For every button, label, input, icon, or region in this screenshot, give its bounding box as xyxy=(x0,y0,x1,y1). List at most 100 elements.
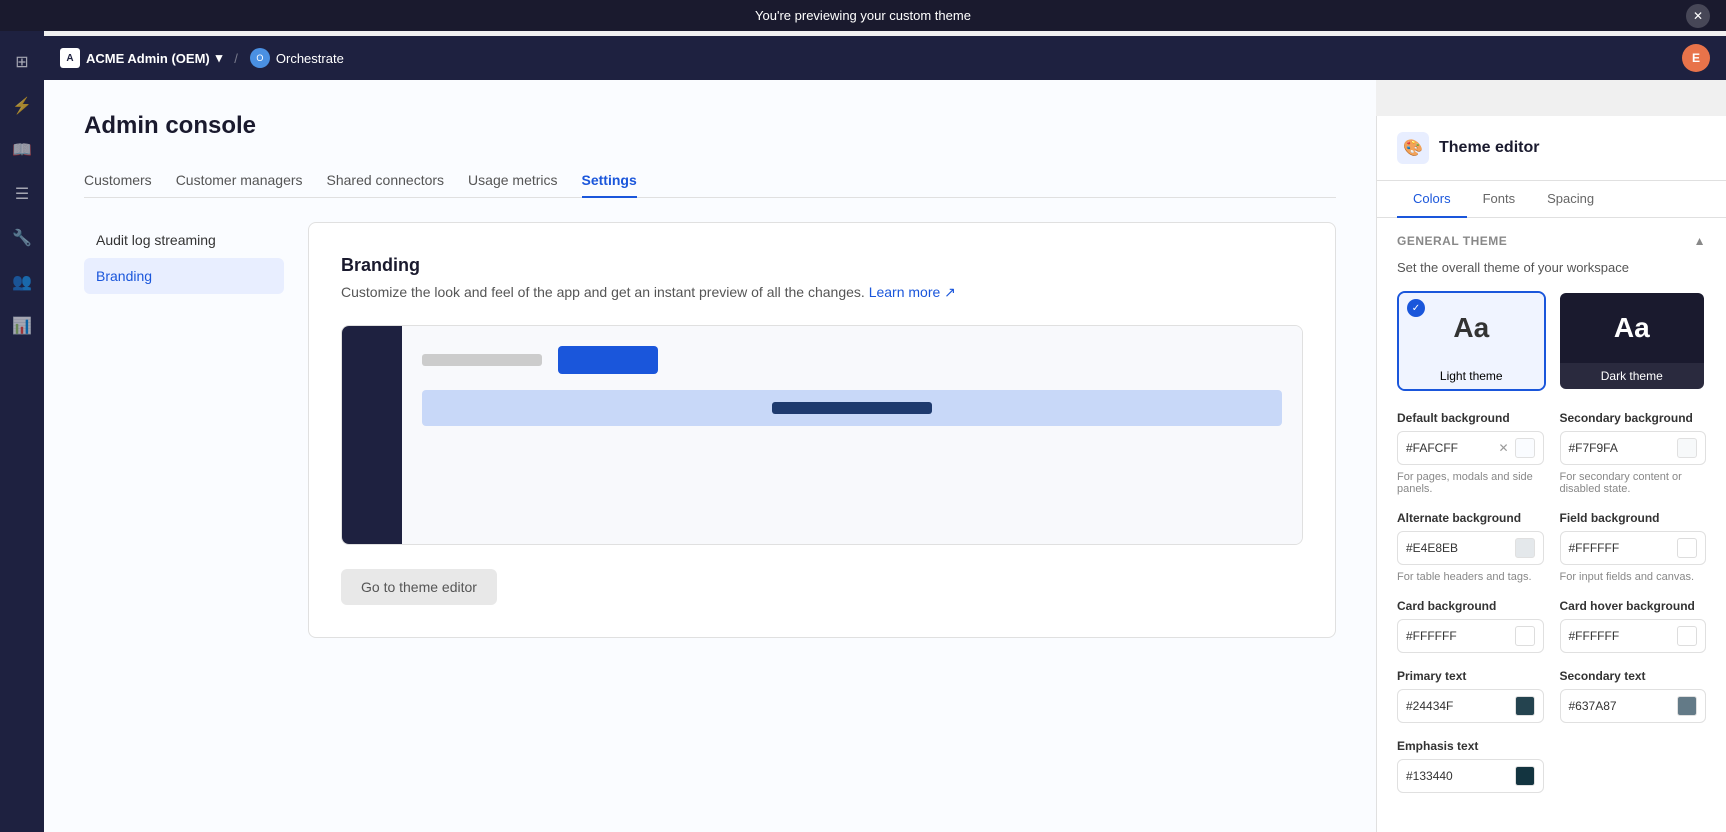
default-background-input[interactable]: #FAFCFF ✕ xyxy=(1397,431,1544,465)
card-background-swatch[interactable] xyxy=(1515,626,1535,646)
preview-content xyxy=(422,390,1282,426)
default-background-field: Default background #FAFCFF ✕ For pages, … xyxy=(1397,411,1544,495)
card-background-hex: #FFFFFF xyxy=(1406,629,1509,643)
preview-button xyxy=(558,346,658,374)
preview-bar: You're previewing your custom theme ✕ xyxy=(0,0,1726,31)
tab-customers[interactable]: Customers xyxy=(84,164,152,198)
default-background-swatch[interactable] xyxy=(1515,438,1535,458)
secondary-background-input[interactable]: #F7F9FA xyxy=(1560,431,1707,465)
dark-theme-card[interactable]: Aa Dark theme xyxy=(1558,291,1707,391)
settings-right-panel: Branding Customize the look and feel of … xyxy=(308,222,1336,638)
editor-tab-fonts[interactable]: Fonts xyxy=(1467,181,1532,218)
orchestrate-section[interactable]: O Orchestrate xyxy=(250,48,344,68)
alternate-background-label: Alternate background xyxy=(1397,511,1544,525)
card-background-label: Card background xyxy=(1397,599,1544,613)
alternate-background-swatch[interactable] xyxy=(1515,538,1535,558)
settings-nav-audit-log[interactable]: Audit log streaming xyxy=(84,222,284,258)
default-background-clear[interactable]: ✕ xyxy=(1498,441,1508,455)
brand-section[interactable]: A ACME Admin (OEM) ▾ xyxy=(60,48,222,68)
light-theme-card[interactable]: ✓ Aa Light theme xyxy=(1397,291,1546,391)
primary-text-label: Primary text xyxy=(1397,669,1544,683)
content-body: Admin console Customers Customer manager… xyxy=(44,80,1376,832)
tab-shared-connectors[interactable]: Shared connectors xyxy=(327,164,445,198)
collapse-icon[interactable]: ▲ xyxy=(1694,234,1706,248)
settings-nav-branding[interactable]: Branding xyxy=(84,258,284,294)
default-background-hex: #FAFCFF xyxy=(1406,441,1492,455)
secondary-text-label: Secondary text xyxy=(1560,669,1707,683)
card-background-input[interactable]: #FFFFFF xyxy=(1397,619,1544,653)
field-background-desc: For input fields and canvas. xyxy=(1560,571,1707,583)
theme-editor-icon: 🎨 xyxy=(1397,132,1429,164)
sidebar-icon-book[interactable]: 📖 xyxy=(4,132,40,168)
editor-tabs: Colors Fonts Spacing xyxy=(1377,181,1726,218)
general-theme-section: GENERAL THEME ▲ Set the overall theme of… xyxy=(1377,218,1726,809)
light-theme-label: Light theme xyxy=(1399,363,1544,389)
orchestrate-icon: O xyxy=(250,48,270,68)
sidebar-icon-people[interactable]: 👥 xyxy=(4,264,40,300)
alternate-background-field: Alternate background #E4E8EB For table h… xyxy=(1397,511,1544,583)
secondary-text-input[interactable]: #637A87 xyxy=(1560,689,1707,723)
secondary-text-field: Secondary text #637A87 xyxy=(1560,669,1707,723)
default-background-label: Default background xyxy=(1397,411,1544,425)
secondary-background-label: Secondary background xyxy=(1560,411,1707,425)
nav-separator: / xyxy=(234,51,238,66)
preview-content-inner xyxy=(772,402,932,414)
color-grid: Default background #FAFCFF ✕ For pages, … xyxy=(1397,411,1706,793)
sidebar-icon-bolt[interactable]: ⚡ xyxy=(4,88,40,124)
field-background-label: Field background xyxy=(1560,511,1707,525)
theme-editor-panel: 🎨 Theme editor Colors Fonts Spacing GENE… xyxy=(1376,116,1726,832)
preview-bar-placeholder xyxy=(422,354,542,366)
settings-left-nav: Audit log streaming Branding xyxy=(84,222,284,638)
card-hover-background-field: Card hover background #FFFFFF xyxy=(1560,599,1707,653)
primary-text-swatch[interactable] xyxy=(1515,696,1535,716)
branding-title: Branding xyxy=(341,255,1303,276)
sidebar-icon-chart[interactable]: 📊 xyxy=(4,308,40,344)
tab-settings[interactable]: Settings xyxy=(582,164,637,198)
card-hover-background-swatch[interactable] xyxy=(1677,626,1697,646)
user-avatar[interactable]: E xyxy=(1682,44,1710,72)
general-theme-section-header: GENERAL THEME ▲ xyxy=(1397,234,1706,248)
page-title: Admin console xyxy=(84,112,1336,140)
settings-layout: Audit log streaming Branding Branding Cu… xyxy=(84,222,1336,638)
secondary-text-swatch[interactable] xyxy=(1677,696,1697,716)
sidebar-icon-list[interactable]: ☰ xyxy=(4,176,40,212)
card-hover-background-input[interactable]: #FFFFFF xyxy=(1560,619,1707,653)
alternate-background-desc: For table headers and tags. xyxy=(1397,571,1544,583)
emphasis-text-swatch[interactable] xyxy=(1515,766,1535,786)
sidebar-icon-wrench[interactable]: 🔧 xyxy=(4,220,40,256)
sidebar-icon-grid[interactable]: ⊞ xyxy=(4,44,40,80)
secondary-background-swatch[interactable] xyxy=(1677,438,1697,458)
tab-customer-managers[interactable]: Customer managers xyxy=(176,164,303,198)
dropdown-icon: ▾ xyxy=(216,50,223,66)
alternate-background-input[interactable]: #E4E8EB xyxy=(1397,531,1544,565)
editor-tab-spacing[interactable]: Spacing xyxy=(1531,181,1610,218)
editor-tab-colors[interactable]: Colors xyxy=(1397,181,1467,218)
primary-text-input[interactable]: #24434F xyxy=(1397,689,1544,723)
top-nav-right: E xyxy=(1682,44,1710,72)
theme-editor-title: Theme editor xyxy=(1439,139,1539,157)
tab-usage-metrics[interactable]: Usage metrics xyxy=(468,164,557,198)
primary-text-field: Primary text #24434F xyxy=(1397,669,1544,723)
orchestrate-label: Orchestrate xyxy=(276,51,344,66)
field-background-field: Field background #FFFFFF For input field… xyxy=(1560,511,1707,583)
preview-header xyxy=(422,346,1282,374)
card-background-field: Card background #FFFFFF xyxy=(1397,599,1544,653)
field-background-input[interactable]: #FFFFFF xyxy=(1560,531,1707,565)
go-to-theme-editor-button[interactable]: Go to theme editor xyxy=(341,569,497,605)
general-theme-description: Set the overall theme of your workspace xyxy=(1397,260,1706,275)
secondary-background-field: Secondary background #F7F9FA For seconda… xyxy=(1560,411,1707,495)
emphasis-text-input[interactable]: #133440 xyxy=(1397,759,1544,793)
emphasis-text-hex: #133440 xyxy=(1406,769,1509,783)
theme-check-icon: ✓ xyxy=(1407,299,1425,317)
secondary-text-hex: #637A87 xyxy=(1569,699,1672,713)
field-background-swatch[interactable] xyxy=(1677,538,1697,558)
learn-more-link[interactable]: Learn more ↗ xyxy=(869,284,956,300)
preview-bar-close-button[interactable]: ✕ xyxy=(1686,4,1710,28)
card-hover-background-hex: #FFFFFF xyxy=(1569,629,1672,643)
tabs-bar: Customers Customer managers Shared conne… xyxy=(84,164,1336,198)
main-wrapper: A ACME Admin (OEM) ▾ / O Orchestrate E A… xyxy=(44,36,1726,832)
preview-bar-text: You're previewing your custom theme xyxy=(755,8,971,23)
secondary-background-desc: For secondary content or disabled state. xyxy=(1560,471,1707,495)
dark-theme-label: Dark theme xyxy=(1560,363,1705,389)
default-background-desc: For pages, modals and side panels. xyxy=(1397,471,1544,495)
